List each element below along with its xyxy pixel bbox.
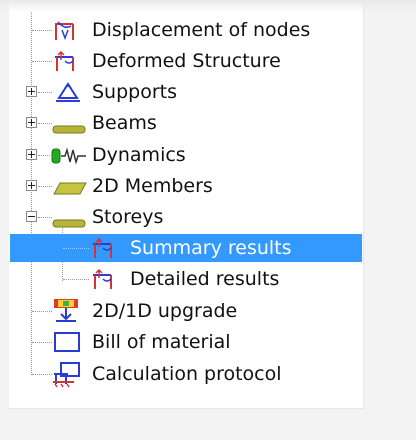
- tree-connector: [63, 279, 89, 280]
- tree-item-beams[interactable]: Beams: [0, 108, 380, 138]
- tree-connector: [38, 217, 52, 218]
- tree-item-label: 2D Members: [92, 175, 213, 197]
- expand-toggle[interactable]: [26, 180, 37, 191]
- tree-connector: [32, 30, 52, 31]
- tree-connector: [32, 61, 52, 62]
- tree-item-label: 2D/1D upgrade: [92, 300, 238, 322]
- upgrade-2d1d-icon: [52, 298, 80, 329]
- dynamics-icon: [50, 146, 88, 171]
- tree-connector: [63, 248, 89, 249]
- tree-item-label: Supports: [92, 81, 178, 103]
- tree-item-label: Bill of material: [92, 331, 231, 353]
- top-edge: [0, 0, 416, 12]
- tree-item-deformed-structure[interactable]: Deformed Structure: [0, 46, 380, 76]
- summary-results-icon: [91, 237, 115, 265]
- tree-item-label: Calculation protocol: [92, 363, 282, 385]
- detailed-results-icon: [91, 268, 115, 296]
- tree-item-label: Deformed Structure: [92, 50, 281, 72]
- tree-item-displacement-of-nodes[interactable]: Displacement of nodes: [0, 15, 380, 45]
- expand-toggle[interactable]: [26, 86, 37, 97]
- tree-connector: [32, 342, 52, 343]
- tree-item-label: Storeys: [92, 206, 164, 228]
- beams-icon: [52, 118, 86, 140]
- expand-toggle[interactable]: [26, 149, 37, 160]
- tree-connector: [32, 374, 52, 375]
- tree-connector: [38, 123, 52, 124]
- 2d-members-icon: [52, 179, 88, 201]
- displacement-nodes-icon: [53, 20, 77, 47]
- tree-connector: [32, 311, 52, 312]
- tree-connector: [38, 92, 52, 93]
- tree-item-storeys[interactable]: Storeys: [0, 202, 380, 232]
- expand-toggle[interactable]: [26, 117, 37, 128]
- tree-connector: [38, 155, 50, 156]
- tree-item-detailed-results[interactable]: Detailed results: [10, 264, 362, 294]
- tree-item-2d-members[interactable]: 2D Members: [0, 171, 380, 201]
- tree-item-2d1d-upgrade[interactable]: 2D/1D upgrade: [0, 296, 380, 326]
- calculation-protocol-icon: [52, 362, 82, 393]
- collapse-toggle[interactable]: [26, 211, 37, 222]
- tree-item-summary-results[interactable]: Summary results: [10, 233, 362, 263]
- bill-of-material-icon: [53, 331, 81, 358]
- tree-item-label: Beams: [92, 112, 157, 134]
- tree-connector: [38, 186, 52, 187]
- deformed-structure-icon: [53, 50, 77, 78]
- tree-item-bill-of-material[interactable]: Bill of material: [0, 327, 380, 357]
- tree-item-label: Displacement of nodes: [92, 19, 311, 41]
- tree-item-dynamics[interactable]: Dynamics: [0, 140, 380, 170]
- tree-item-label: Detailed results: [130, 268, 280, 290]
- tree-item-calculation-protocol[interactable]: Calculation protocol: [0, 359, 380, 389]
- tree-item-label: Summary results: [130, 237, 292, 259]
- storeys-icon: [52, 212, 86, 234]
- tree-item-label: Dynamics: [92, 144, 186, 166]
- supports-icon: [55, 82, 81, 109]
- tree-item-supports[interactable]: Supports: [0, 77, 380, 107]
